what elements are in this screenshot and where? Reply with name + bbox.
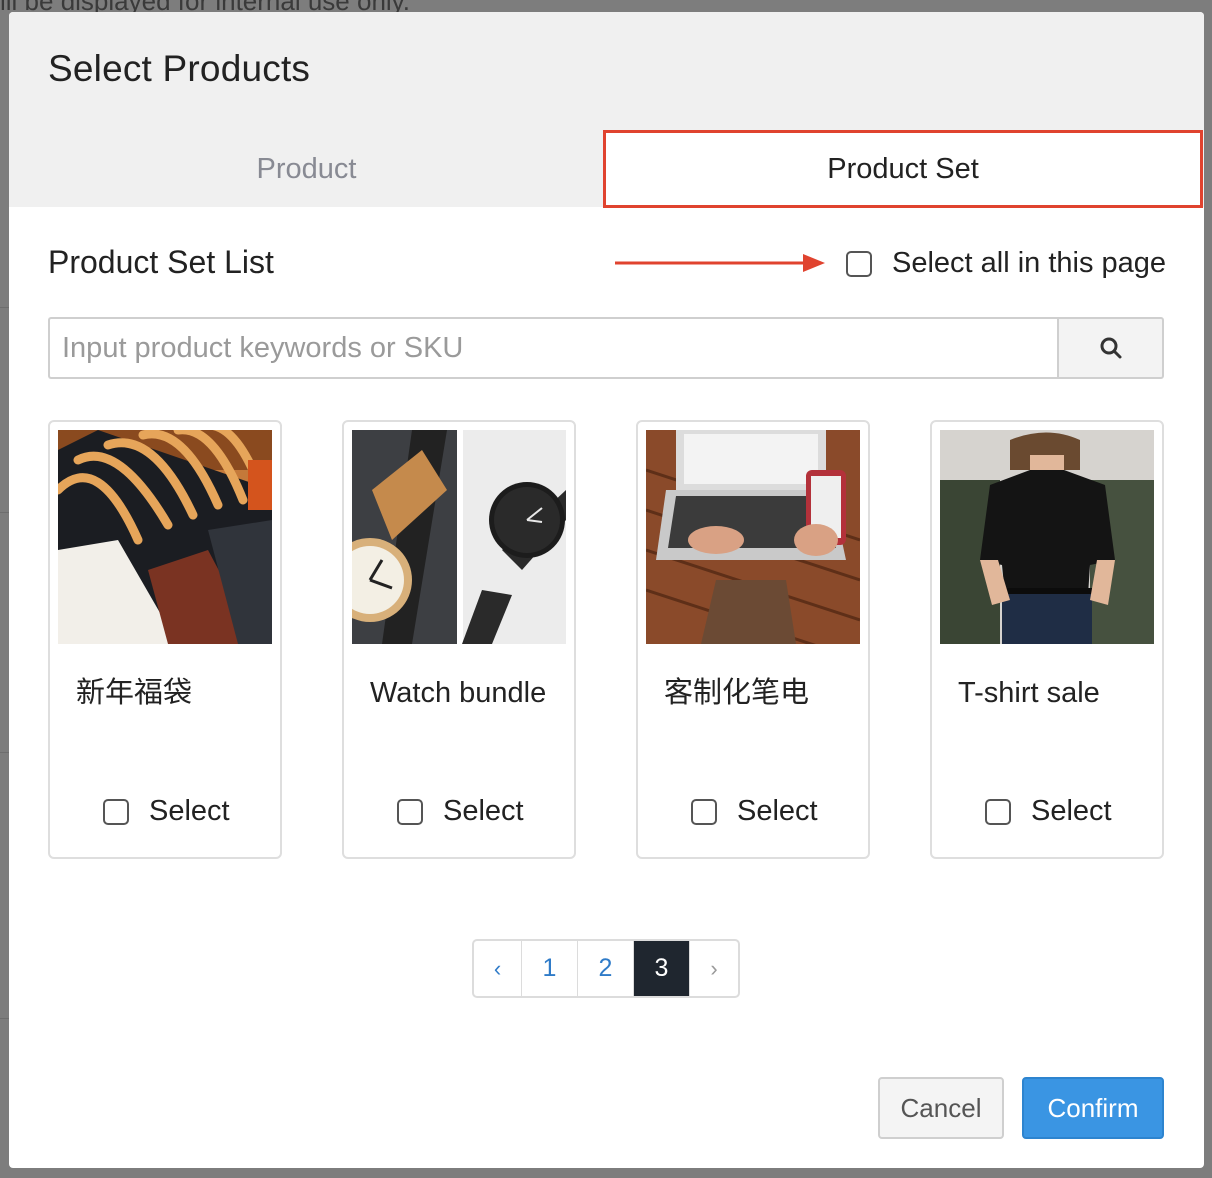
product-set-select-checkbox[interactable]: Select — [397, 795, 524, 828]
tab-product-set[interactable]: Product Set — [603, 130, 1203, 208]
checkbox-icon[interactable] — [397, 798, 423, 825]
select-label: Select — [149, 795, 230, 827]
product-set-select-checkbox[interactable]: Select — [691, 795, 818, 828]
black-t-shirt-model-image — [940, 430, 1154, 644]
modal-header: Select Products Product Product Set — [9, 12, 1204, 208]
background-divider — [0, 752, 9, 753]
product-set-name: 客制化笔电 — [664, 677, 810, 709]
clothes-on-hangers-image — [58, 430, 272, 644]
pagination-page-2[interactable]: 2 — [578, 941, 634, 996]
pagination-prev-button[interactable]: ‹ — [474, 941, 522, 996]
product-set-select-checkbox[interactable]: Select — [985, 795, 1112, 828]
search-icon — [1100, 337, 1121, 359]
select-label: Select — [1031, 795, 1112, 827]
tab-product[interactable]: Product — [9, 130, 604, 208]
laptop-and-phone-image — [646, 430, 860, 644]
search-bar — [48, 317, 1164, 379]
product-set-select-checkbox[interactable]: Select — [103, 795, 230, 828]
checkbox-icon[interactable] — [691, 798, 717, 825]
background-divider — [0, 307, 9, 308]
product-set-name: T-shirt sale — [958, 677, 1100, 709]
search-button[interactable] — [1057, 317, 1164, 379]
annotation-arrow-icon — [615, 254, 825, 272]
pagination-next-button[interactable]: › — [690, 941, 738, 996]
select-label: Select — [443, 795, 524, 827]
select-products-modal: Select Products Product Product Set Prod… — [9, 12, 1204, 1168]
section-title: Product Set List — [48, 244, 274, 280]
pagination: ‹ 1 2 3 › — [472, 939, 740, 998]
product-set-card: Watch bundle Select — [342, 420, 576, 859]
select-all-label: Select all in this page — [892, 247, 1167, 279]
background-divider — [0, 512, 9, 513]
checkbox-icon[interactable] — [985, 798, 1011, 825]
pagination-page-1[interactable]: 1 — [522, 941, 578, 996]
product-set-card: T-shirt sale Select — [930, 420, 1164, 859]
product-set-name: 新年福袋 — [76, 677, 193, 709]
pagination-page-3[interactable]: 3 — [634, 941, 690, 996]
select-label: Select — [737, 795, 818, 827]
checkbox-icon[interactable] — [846, 250, 872, 277]
product-set-card: 新年福袋 Select — [48, 420, 282, 859]
product-set-name: Watch bundle — [370, 677, 547, 709]
confirm-button[interactable]: Confirm — [1022, 1077, 1164, 1139]
search-input[interactable] — [48, 317, 1057, 379]
wooden-watches-image — [352, 430, 566, 644]
checkbox-icon[interactable] — [103, 798, 129, 825]
background-divider — [0, 1018, 9, 1019]
modal-title: Select Products — [48, 48, 311, 89]
select-all-checkbox[interactable]: Select all in this page — [846, 247, 1166, 280]
cancel-button[interactable]: Cancel — [878, 1077, 1004, 1139]
product-set-card: 客制化笔电 Select — [636, 420, 870, 859]
